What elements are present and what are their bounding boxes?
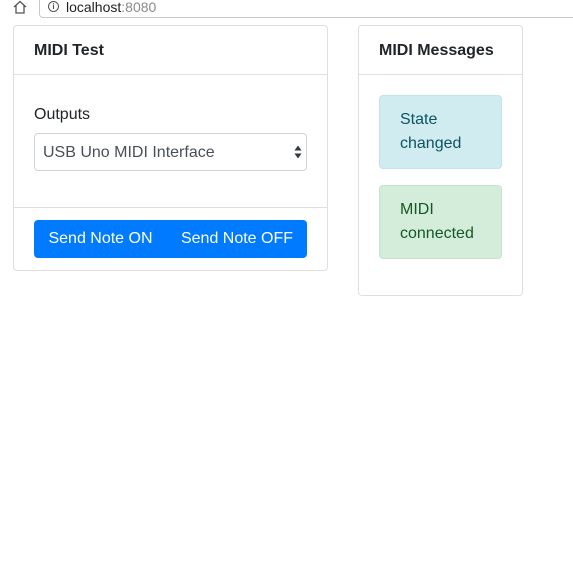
url-host: localhost (66, 0, 122, 15)
message-alert-state-changed: State changed (379, 95, 502, 169)
outputs-label: Outputs (34, 106, 91, 123)
browser-toolbar: i localhost:8080 (0, 0, 573, 20)
midi-test-title: MIDI Test (14, 26, 327, 75)
address-bar[interactable]: i localhost:8080 (39, 0, 573, 18)
midi-test-footer: Send Note ON Send Note OFF (14, 207, 327, 271)
outputs-select[interactable]: USB Uno MIDI Interface (34, 133, 307, 171)
url-text[interactable]: localhost:8080 (66, 0, 156, 14)
outputs-select-value: USB Uno MIDI Interface (43, 144, 215, 161)
home-icon[interactable] (12, 0, 28, 14)
url-port: :8080 (121, 0, 157, 15)
message-alert-midi-connected: MIDI connected (379, 185, 502, 259)
send-note-off-button[interactable]: Send Note OFF (167, 220, 307, 258)
midi-messages-title: MIDI Messages (359, 26, 522, 75)
send-note-on-button[interactable]: Send Note ON (34, 220, 167, 258)
info-icon[interactable]: i (48, 1, 59, 12)
midi-messages-card: MIDI Messages State changed MIDI connect… (358, 25, 523, 296)
select-arrows-icon (294, 145, 302, 159)
note-button-group: Send Note ON Send Note OFF (34, 220, 307, 258)
midi-test-card: MIDI Test Outputs USB Uno MIDI Interface… (13, 25, 328, 271)
